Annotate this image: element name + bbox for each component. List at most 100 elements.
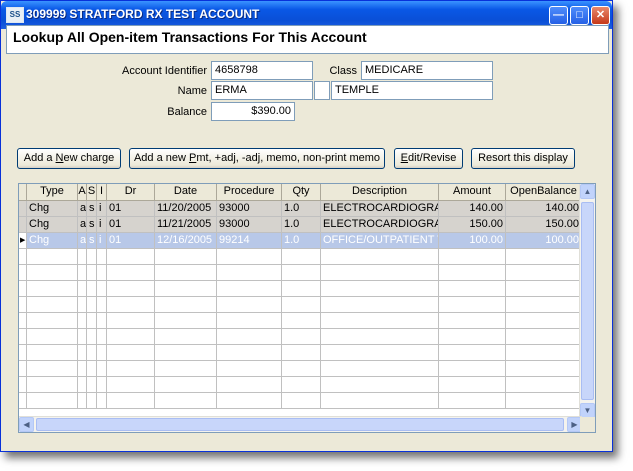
empty-row: [19, 329, 582, 345]
cell-a: a: [78, 201, 87, 217]
horizontal-scroll-thumb[interactable]: [36, 418, 564, 431]
empty-cell: [439, 345, 506, 361]
middle-initial-field[interactable]: [314, 81, 330, 100]
empty-row: [19, 377, 582, 393]
empty-cell: [78, 281, 87, 297]
button-label-part: Add a new: [133, 152, 189, 164]
class-field[interactable]: MEDICARE: [361, 61, 493, 80]
empty-cell: [87, 265, 97, 281]
name-label: Name: [177, 85, 207, 97]
empty-cell: [87, 249, 97, 265]
maximize-icon: □: [576, 9, 583, 21]
column-header-a[interactable]: A: [78, 184, 87, 200]
table-row[interactable]: Chg a s i 01 11/20/2005 93000 1.0 ELECTR…: [19, 201, 582, 217]
empty-cell: [439, 393, 506, 409]
scroll-up-arrow-icon[interactable]: ▲: [580, 184, 595, 199]
column-header-open-balance[interactable]: OpenBalance: [506, 184, 582, 200]
empty-cell: [107, 361, 155, 377]
first-name-field[interactable]: ERMA: [211, 81, 313, 100]
scroll-left-arrow-icon[interactable]: ◀: [19, 417, 34, 432]
empty-cell: [78, 297, 87, 313]
app-icon[interactable]: SS: [6, 7, 24, 23]
last-name-field[interactable]: TEMPLE: [331, 81, 493, 100]
cell-amount: 150.00: [439, 217, 506, 233]
cell-open-balance: 150.00: [506, 217, 582, 233]
vertical-scroll-thumb[interactable]: [581, 202, 594, 400]
column-header-amount[interactable]: Amount: [439, 184, 506, 200]
empty-cell: [87, 329, 97, 345]
empty-cell: [155, 329, 217, 345]
empty-cell: [97, 329, 107, 345]
grid-header: Type A S I Dr Date Procedure Qty Descrip…: [19, 184, 582, 201]
empty-cell: [506, 393, 582, 409]
minimize-button[interactable]: —: [549, 6, 568, 25]
empty-cell: [439, 361, 506, 377]
cell-qty: 1.0: [282, 217, 321, 233]
close-icon: ✕: [595, 9, 606, 21]
empty-cell: [217, 297, 282, 313]
button-label-part: Resort this display: [478, 152, 568, 164]
button-label-part: Add a: [23, 152, 56, 164]
column-header-s[interactable]: S: [87, 184, 97, 200]
empty-cell: [506, 345, 582, 361]
empty-cell: [87, 345, 97, 361]
empty-row: [19, 281, 582, 297]
empty-cell: [155, 281, 217, 297]
transactions-grid[interactable]: Type A S I Dr Date Procedure Qty Descrip…: [18, 183, 596, 433]
empty-cell: [217, 393, 282, 409]
edit-revise-button[interactable]: Edit/Revise: [394, 148, 463, 169]
empty-cell: [321, 265, 439, 281]
empty-cell: [282, 281, 321, 297]
empty-cell: [27, 393, 78, 409]
page-title: Lookup All Open-item Transactions For Th…: [6, 25, 609, 54]
column-header-dr[interactable]: Dr: [107, 184, 155, 200]
column-header-i[interactable]: I: [97, 184, 107, 200]
scroll-down-arrow-icon[interactable]: ▼: [580, 403, 595, 418]
account-identifier-field[interactable]: 4658798: [211, 61, 313, 80]
empty-cell: [87, 297, 97, 313]
add-new-pmt-button[interactable]: Add a new Pmt, +adj, -adj, memo, non-pri…: [129, 148, 385, 169]
empty-cell: [439, 281, 506, 297]
empty-cell: [282, 265, 321, 281]
cell-dr: 01: [107, 201, 155, 217]
empty-cell: [97, 345, 107, 361]
column-header-type[interactable]: Type: [27, 184, 78, 200]
cell-qty: 1.0: [282, 201, 321, 217]
empty-row: [19, 345, 582, 361]
empty-cell: [217, 345, 282, 361]
empty-cell: [439, 249, 506, 265]
balance-field[interactable]: $390.00: [211, 102, 295, 121]
vertical-scrollbar[interactable]: ▲ ▼: [579, 184, 595, 418]
empty-cell: [97, 249, 107, 265]
empty-cell: [282, 361, 321, 377]
close-button[interactable]: ✕: [591, 6, 610, 25]
empty-cell: [97, 281, 107, 297]
scrollbar-corner: [580, 417, 595, 432]
empty-cell: [506, 313, 582, 329]
maximize-button[interactable]: □: [570, 6, 589, 25]
cell-description: ELECTROCARDIOGRAM: [321, 217, 439, 233]
resort-display-button[interactable]: Resort this display: [471, 148, 575, 169]
empty-cell: [321, 329, 439, 345]
empty-cell: [107, 313, 155, 329]
empty-cell: [439, 313, 506, 329]
horizontal-scrollbar[interactable]: ◀ ▶: [19, 416, 582, 432]
column-header-procedure[interactable]: Procedure: [217, 184, 282, 200]
cell-description: ELECTROCARDIOGRAM: [321, 201, 439, 217]
column-header-date[interactable]: Date: [155, 184, 217, 200]
cell-procedure: 99214: [217, 233, 282, 249]
table-row[interactable]: Chg a s i 01 11/21/2005 93000 1.0 ELECTR…: [19, 217, 582, 233]
row-indicator: [19, 201, 27, 217]
empty-cell: [78, 329, 87, 345]
row-header-corner: [19, 184, 27, 200]
empty-row: [19, 393, 582, 409]
column-header-description[interactable]: Description: [321, 184, 439, 200]
empty-cell: [19, 297, 27, 313]
add-new-charge-button[interactable]: Add a New charge: [17, 148, 121, 169]
empty-cell: [78, 361, 87, 377]
empty-cell: [19, 249, 27, 265]
empty-cell: [321, 313, 439, 329]
empty-cell: [87, 313, 97, 329]
table-row-selected[interactable]: ▶ Chg a s i 01 12/16/2005 99214 1.0 OFFI…: [19, 233, 582, 249]
column-header-qty[interactable]: Qty: [282, 184, 321, 200]
